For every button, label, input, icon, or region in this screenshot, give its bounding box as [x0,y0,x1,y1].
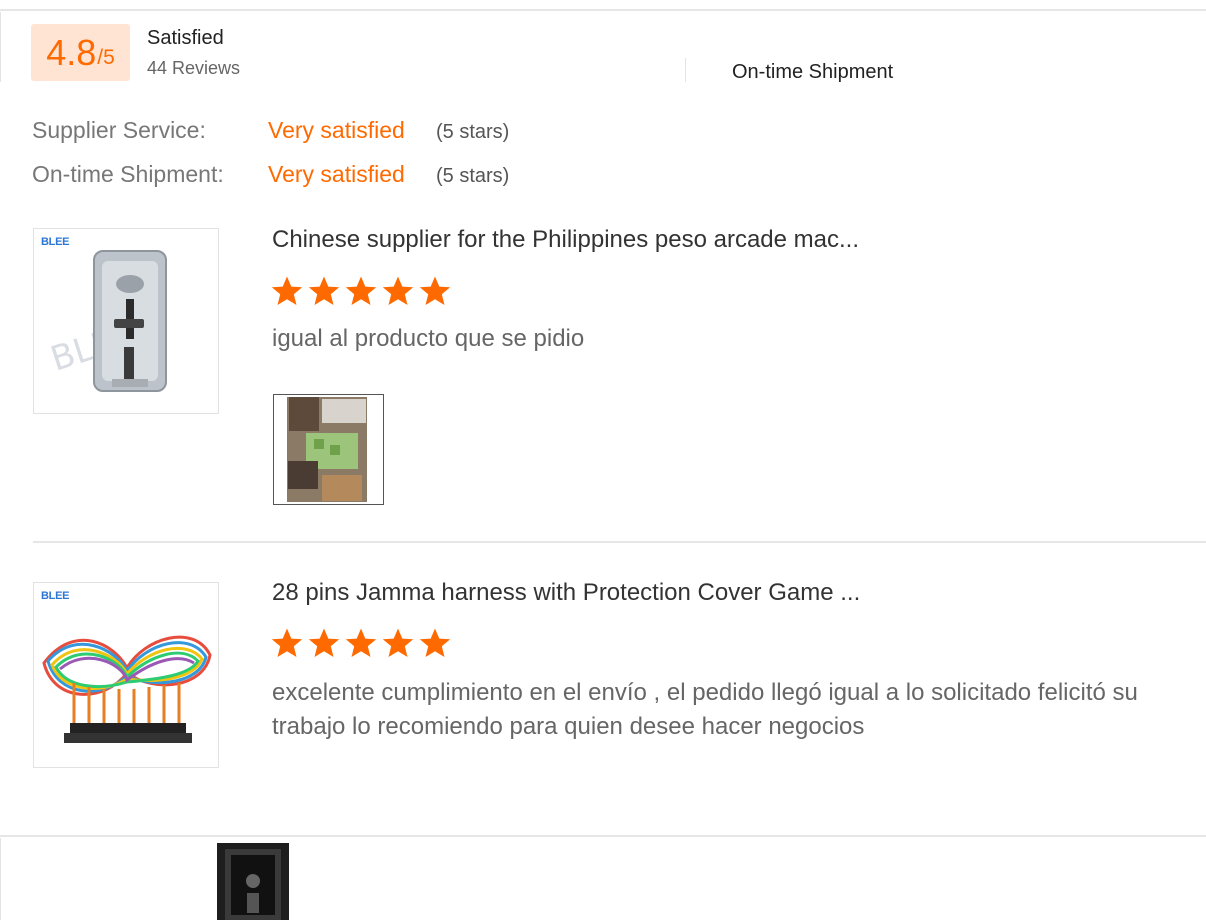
review-photo[interactable] [273,394,384,505]
score-suffix: /5 [97,45,115,69]
score-badge: 4.8 /5 [31,24,130,81]
review-text: igual al producto que se pidio [272,325,585,352]
star-icon [308,628,340,657]
review-text: excelente cumplimiento en el envío , el … [272,679,1138,740]
star-icon [419,276,451,305]
left-edge-line [0,12,1,82]
product-thumbnail-jamma-harness[interactable]: BLEE [33,582,219,768]
left-edge-line [0,838,1,920]
rating-key: On-time Shipment: [32,161,224,187]
review-photo-image [274,395,383,504]
brand-logo: BLEE [41,236,70,248]
star-icon [382,276,414,305]
product-thumbnail-coin-acceptor[interactable]: BLEE BLEE [33,228,219,414]
review-divider [0,835,1206,837]
rating-stars-text: (5 stars) [436,121,510,143]
rating-value: Very satisfied [268,117,405,143]
rating-value: Very satisfied [268,161,405,187]
star-icon [345,628,377,657]
reviews-count[interactable]: 44 Reviews [147,58,240,79]
brand-logo: BLEE [41,590,70,602]
rating-stars-text: (5 stars) [436,165,510,187]
top-divider [0,9,1206,11]
product-title-link[interactable]: Chinese supplier for the Philippines pes… [272,226,859,254]
review-divider [33,541,1206,543]
star-icon [271,628,303,657]
star-icon [345,276,377,305]
star-icon [419,628,451,657]
score-value: 4.8 [46,31,97,73]
star-rating [270,627,452,659]
rating-key: Supplier Service: [32,117,206,143]
coin-acceptor-image: BLEE [46,250,167,392]
star-icon [308,276,340,305]
jamma-harness-image [42,635,212,743]
star-rating [270,275,452,307]
star-icon [382,628,414,657]
star-icon [271,276,303,305]
next-product-thumbnail[interactable] [217,843,289,920]
satisfaction-label: Satisfied [147,27,224,49]
product-title-link[interactable]: 28 pins Jamma harness with Protection Co… [272,579,860,607]
summary-divider [685,58,686,82]
ontime-shipment-heading: On-time Shipment [732,61,894,83]
next-product-image [217,843,289,920]
